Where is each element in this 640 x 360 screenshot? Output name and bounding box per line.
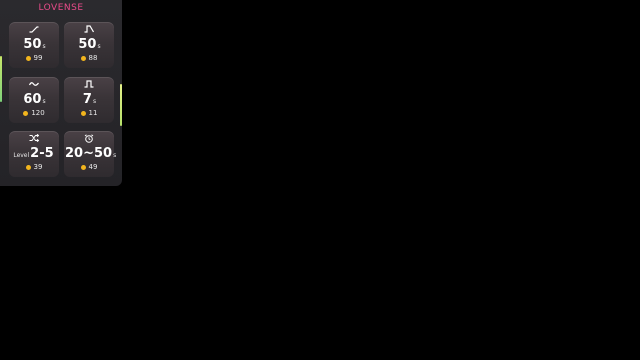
tile-unit: s	[92, 98, 97, 105]
tip-menu-panel: LOVENSE 50s 99 50s 88 60s 120 7s 11 Leve…	[0, 0, 122, 186]
token-coin-icon	[80, 110, 86, 116]
tip-tile-timer[interactable]: 20~50s 49	[64, 131, 117, 177]
token-coin-icon	[25, 55, 31, 61]
ramp-up-icon	[9, 24, 59, 34]
tile-price-value: 39	[33, 163, 43, 171]
brand-logo: LOVENSE	[38, 3, 84, 13]
active-indicator-left	[0, 56, 2, 102]
tile-unit: s	[97, 43, 101, 50]
tile-price: 49	[64, 163, 114, 171]
tip-tile-ramp[interactable]: 50s 99	[9, 22, 59, 68]
tile-price-value: 11	[88, 109, 98, 117]
tile-price: 88	[64, 54, 114, 62]
alarm-clock-icon	[64, 133, 114, 143]
active-indicator-right	[120, 84, 122, 126]
tile-unit: s	[42, 43, 46, 50]
tip-tile-random-level[interactable]: Level2-5 39	[9, 131, 59, 177]
tip-tile-pulse[interactable]: 50s 88	[64, 22, 114, 68]
tile-value: 50	[23, 37, 42, 52]
tile-value: 7	[82, 92, 92, 107]
tile-prefix: Level	[13, 152, 30, 159]
tile-unit: s	[113, 152, 117, 159]
tip-tile-wave[interactable]: 60s 120	[9, 77, 59, 123]
token-coin-icon	[80, 164, 86, 170]
pulse-up-icon	[64, 24, 114, 34]
tip-tile-square-pulse[interactable]: 7s 11	[64, 77, 114, 123]
tile-unit: s	[42, 98, 46, 105]
tile-price: 99	[9, 54, 59, 62]
tile-price: 120	[9, 109, 59, 117]
shuffle-icon	[9, 133, 59, 143]
tile-price: 39	[9, 163, 59, 171]
tile-price-value: 120	[31, 109, 45, 117]
wave-icon	[9, 79, 59, 89]
token-coin-icon	[25, 164, 31, 170]
tile-value: 50	[78, 37, 97, 52]
tile-price: 11	[64, 109, 114, 117]
tile-price-value: 49	[88, 163, 98, 171]
token-coin-icon	[23, 110, 29, 116]
tile-value: 60	[23, 92, 42, 107]
tile-price-value: 99	[33, 54, 43, 62]
tile-price-value: 88	[88, 54, 98, 62]
square-pulse-icon	[64, 79, 114, 89]
video-stage: LOVENSE 50s 99 50s 88 60s 120 7s 11 Leve…	[0, 0, 640, 360]
token-coin-icon	[80, 55, 86, 61]
tile-value: 20~50	[65, 146, 113, 161]
tile-value: 2-5	[30, 146, 54, 161]
